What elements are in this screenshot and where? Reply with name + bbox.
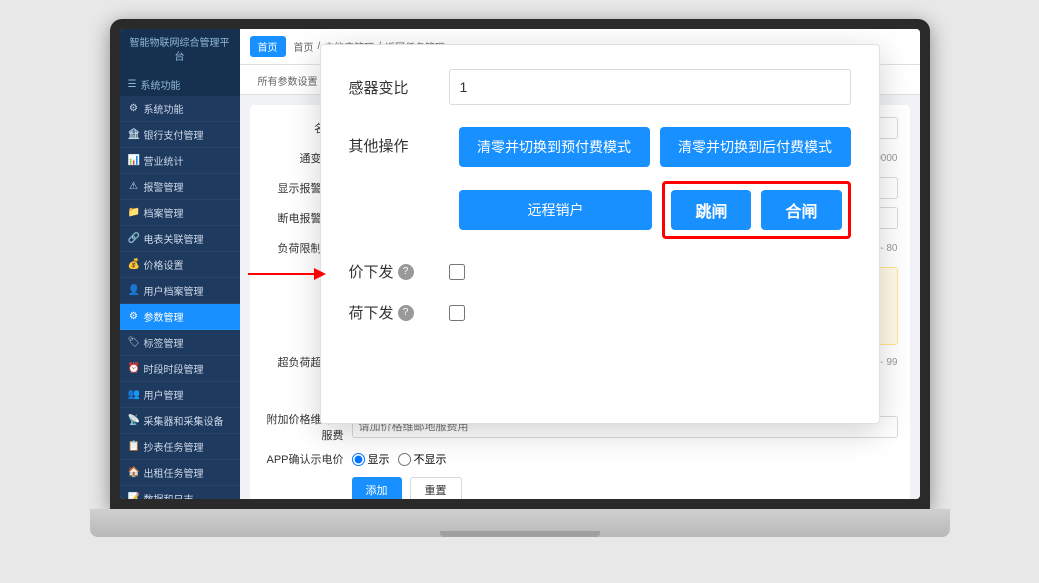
sidebar-item-users[interactable]: 👥 用户管理 [120, 382, 240, 408]
btn-remote-sales[interactable]: 远程销户 [459, 190, 653, 230]
sidebar-item-archive[interactable]: 📁 档案管理 [120, 200, 240, 226]
signal-icon: 📡 [128, 415, 140, 427]
price-issue-help-icon[interactable]: ? [398, 264, 414, 280]
nav-label: 系统功能 [140, 77, 180, 92]
modal-input-sensor[interactable] [449, 69, 851, 105]
reset-button[interactable]: 重置 [410, 477, 462, 499]
laptop-container: 智能物联网综合管理平台 ☰ 系统功能 ⚙ 系统功能 🏦 银行支付管理 📊 [90, 19, 950, 564]
sidebar-label: 用户档案管理 [144, 283, 204, 298]
sidebar-item-rent-task[interactable]: 🏠 出租任务管理 [120, 460, 240, 486]
clock-icon: ⏰ [128, 363, 140, 375]
sidebar-item-time[interactable]: ⏰ 时段时段管理 [120, 356, 240, 382]
modal-row-price-issue: 价下发 ? [349, 261, 851, 282]
sidebar-item-system[interactable]: ⚙ 系统功能 [120, 96, 240, 122]
sidebar-label: 用户管理 [144, 387, 184, 402]
sidebar-item-bank[interactable]: 🏦 银行支付管理 [120, 122, 240, 148]
sidebar-label: 银行支付管理 [144, 127, 204, 142]
modal-checkbox-load-issue[interactable] [449, 305, 465, 321]
sidebar-item-stats[interactable]: 📊 营业统计 [120, 148, 240, 174]
sidebar-label: 档案管理 [144, 205, 184, 220]
jump-buttons-group: 跳闸 合闸 [662, 181, 850, 239]
sidebar-item-user-archive[interactable]: 👤 用户档案管理 [120, 278, 240, 304]
sidebar-label: 出租任务管理 [144, 465, 204, 480]
radio-display-input[interactable] [352, 453, 365, 466]
gear-icon: ⚙ [128, 103, 140, 115]
sidebar-label: 抄表任务管理 [144, 439, 204, 454]
nav-header[interactable]: ☰ 系统功能 [120, 73, 240, 96]
home-button[interactable]: 首页 [250, 36, 286, 57]
sidebar-item-price[interactable]: 💰 价格设置 [120, 252, 240, 278]
tag-icon: 🏷 [128, 337, 140, 349]
sidebar-label: 标签管理 [144, 335, 184, 350]
sidebar-item-collector[interactable]: 📡 采集器和采集设备 [120, 408, 240, 434]
load-issue-help-icon[interactable]: ? [398, 305, 414, 321]
screen: 智能物联网综合管理平台 ☰ 系统功能 ⚙ 系统功能 🏦 银行支付管理 📊 [120, 29, 920, 499]
laptop-base [90, 509, 950, 537]
sidebar-item-meter-task[interactable]: 📋 抄表任务管理 [120, 434, 240, 460]
sidebar-item-tags[interactable]: 🏷 标签管理 [120, 330, 240, 356]
modal-label-price-issue: 价下发 ? [349, 261, 449, 282]
app-title: 智能物联网综合管理平台 [120, 29, 240, 73]
sidebar-item-params[interactable]: ⚙ 参数管理 [120, 304, 240, 330]
user-icon: 👤 [128, 285, 140, 297]
users-icon: 👥 [128, 389, 140, 401]
modal-overlay: 感器变比 其他操作 清零并切换到预付费模式 清零并切换到后付费模式 远程销户 [320, 44, 880, 424]
sidebar-item-meter-rel[interactable]: 🔗 电表关联管理 [120, 226, 240, 252]
btn-jump-open[interactable]: 跳闸 [671, 190, 751, 230]
home-icon: 🏠 [128, 467, 140, 479]
radio-group-app-price: 显示 不显示 [352, 451, 447, 467]
radio-nodisplay-input[interactable] [398, 453, 411, 466]
tab-all-params[interactable]: 所有参数设置 [248, 69, 328, 94]
modal-btn-group-top: 清零并切换到预付费模式 清零并切换到后付费模式 [459, 127, 851, 167]
modal-checkbox-price-issue[interactable] [449, 264, 465, 280]
modal-row-sensor: 感器变比 [349, 69, 851, 105]
link-icon: 🔗 [128, 233, 140, 245]
modal-row-load-issue: 荷下发 ? [349, 302, 851, 323]
label-app-price: APP确认示电价 [262, 451, 352, 467]
radio-nodisplay[interactable]: 不显示 [398, 451, 447, 467]
add-button[interactable]: 添加 [352, 477, 402, 499]
modal-label-sensor: 感器变比 [349, 77, 449, 98]
sidebar-label: 价格设置 [144, 257, 184, 272]
sidebar-label: 数据和日志 [144, 491, 194, 499]
btn-jump-close[interactable]: 合闸 [761, 190, 841, 230]
modal-row-ops: 其他操作 清零并切换到预付费模式 清零并切换到后付费模式 远程销户 跳闸 合闸 [349, 127, 851, 239]
doc-icon: 📝 [128, 493, 140, 500]
form-actions: 添加 重置 [262, 477, 898, 499]
params-icon: ⚙ [128, 311, 140, 323]
chart-icon: 📊 [128, 155, 140, 167]
sidebar-label: 采集器和采集设备 [144, 413, 224, 428]
bank-icon: 🏦 [128, 129, 140, 141]
folder-icon: 📁 [128, 207, 140, 219]
price-icon: 💰 [128, 259, 140, 271]
sidebar-item-data[interactable]: 📝 数据和日志 [120, 486, 240, 499]
sidebar-label: 时段时段管理 [144, 361, 204, 376]
modal-label-ops: 其他操作 [349, 127, 449, 156]
modal-label-load-issue: 荷下发 ? [349, 302, 449, 323]
breadcrumb-item-1: 首页 [294, 39, 314, 54]
nav-icon: ☰ [128, 79, 137, 90]
sidebar: 智能物联网综合管理平台 ☰ 系统功能 ⚙ 系统功能 🏦 银行支付管理 📊 [120, 29, 240, 499]
sidebar-item-alarm[interactable]: ⚠ 报警管理 [120, 174, 240, 200]
clipboard-icon: 📋 [128, 441, 140, 453]
form-row-app-price: APP确认示电价 显示 不显示 [262, 451, 898, 467]
screen-bezel: 智能物联网综合管理平台 ☰ 系统功能 ⚙ 系统功能 🏦 银行支付管理 📊 [110, 19, 930, 509]
sidebar-label: 系统功能 [144, 101, 184, 116]
sidebar-label: 营业统计 [144, 153, 184, 168]
btn-clear-prepaid[interactable]: 清零并切换到预付费模式 [459, 127, 650, 167]
sidebar-label: 参数管理 [144, 309, 184, 324]
sidebar-label: 电表关联管理 [144, 231, 204, 246]
btn-clear-postpaid[interactable]: 清零并切换到后付费模式 [660, 127, 851, 167]
sidebar-label: 报警管理 [144, 179, 184, 194]
radio-display[interactable]: 显示 [352, 451, 390, 467]
warning-icon: ⚠ [128, 181, 140, 193]
